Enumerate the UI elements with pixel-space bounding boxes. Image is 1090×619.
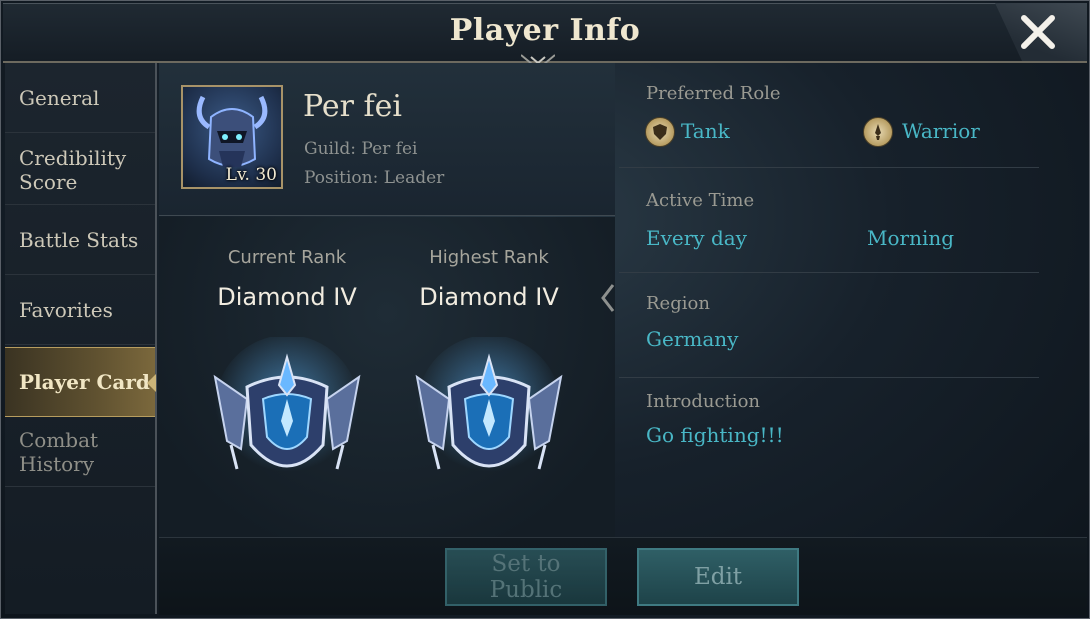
sidebar-item-label: Player Card	[19, 370, 150, 394]
introduction-value: Go fighting!!!	[646, 423, 784, 447]
active-time-section: Active Time Every day Morning	[619, 168, 1039, 273]
sidebar-item-general[interactable]: General	[5, 63, 155, 133]
info-panel: Preferred Role Tank Warrior Active Time …	[619, 63, 1087, 537]
guild-text: Guild: Per fei	[304, 139, 418, 159]
player-name: Per fei	[303, 89, 402, 124]
region-value: Germany	[646, 327, 739, 351]
preferred-role-section: Preferred Role Tank Warrior	[619, 63, 1039, 168]
bottom-action-bar: Set to Public Edit	[159, 537, 1087, 615]
player-info-window: Player Info General Credibility Score Ba…	[0, 0, 1090, 619]
sidebar-item-player-card[interactable]: Player Card	[5, 347, 156, 417]
active-time-period: Morning	[867, 226, 955, 250]
diamond-rank-emblem-icon	[415, 337, 563, 479]
preferred-role-label: Preferred Role	[646, 83, 781, 104]
avatar[interactable]: Lv. 30	[181, 85, 283, 189]
edit-button[interactable]: Edit	[637, 548, 799, 606]
set-to-public-button[interactable]: Set to Public	[445, 548, 607, 606]
divider-chevron-icon	[601, 284, 615, 312]
rank-panel: Current Rank Diamond IV Highest Rank Dia…	[159, 217, 615, 537]
highest-rank-label: Highest Rank	[429, 247, 549, 268]
tank-role-icon	[645, 117, 675, 147]
sidebar: General Credibility Score Battle Stats F…	[5, 63, 157, 614]
active-indicator-icon	[147, 374, 156, 392]
warrior-role-icon	[863, 117, 893, 147]
current-rank-value: Diamond IV	[217, 283, 357, 311]
region-section: Region Germany	[619, 273, 1039, 378]
role-tank: Tank	[681, 119, 730, 143]
sidebar-item-combat-history[interactable]: Combat History	[5, 417, 155, 487]
window-title: Player Info	[449, 13, 641, 48]
level-badge: Lv. 30	[225, 165, 277, 185]
sidebar-item-credibility-score[interactable]: Credibility Score	[5, 135, 155, 205]
sidebar-item-favorites[interactable]: Favorites	[5, 275, 155, 345]
region-label: Region	[646, 293, 710, 314]
highest-rank-column: Highest Rank Diamond IV	[389, 217, 589, 311]
sidebar-item-battle-stats[interactable]: Battle Stats	[5, 205, 155, 275]
active-time-days: Every day	[646, 226, 747, 250]
close-icon	[1021, 15, 1055, 49]
role-warrior: Warrior	[902, 119, 980, 143]
current-rank-column: Current Rank Diamond IV	[187, 217, 387, 311]
current-rank-label: Current Rank	[227, 247, 347, 268]
diamond-rank-emblem-icon	[213, 337, 361, 479]
active-time-label: Active Time	[646, 190, 755, 211]
profile-panel: Lv. 30 Per fei Guild: Per fei Position: …	[159, 63, 615, 216]
introduction-label: Introduction	[646, 391, 760, 412]
highest-rank-value: Diamond IV	[419, 283, 559, 311]
position-text: Position: Leader	[304, 168, 445, 188]
introduction-section: Introduction Go fighting!!!	[619, 378, 1039, 488]
